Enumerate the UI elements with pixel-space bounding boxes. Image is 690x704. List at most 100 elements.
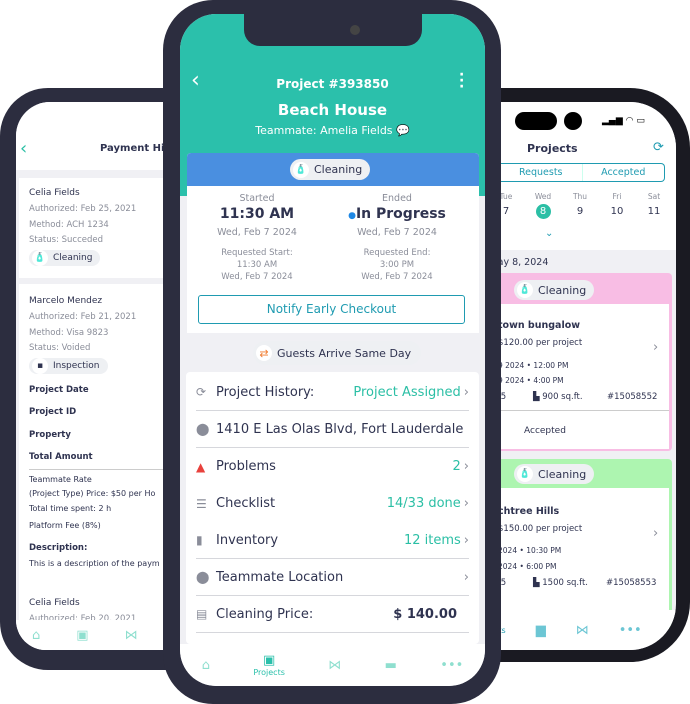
chevron-right-icon: › [653, 526, 659, 541]
time-card: 🧴 Cleaning Started 11:30 AM Wed, Feb 7 20… [187, 153, 479, 333]
requested-start-date: Wed, Feb 7 2024 [221, 272, 293, 282]
detail-row[interactable]: ⬤ Teammate Location › [196, 559, 469, 596]
day-fri[interactable]: Fri 10 [604, 192, 630, 219]
handshake-icon: ⋈ [328, 657, 342, 673]
row-value: 14/33 done [386, 496, 461, 511]
payer-name: Celia Fields [29, 598, 80, 608]
spray-bottle-icon: 🧴 [32, 250, 48, 266]
payment-status: Status: Voided [29, 343, 91, 353]
price: $120.00 per project [498, 338, 582, 348]
row-value: Project Assigned [353, 384, 461, 400]
guests-arrive-badge: ⇄ Guests Arrive Same Day [253, 341, 422, 365]
requested-start-label: Requested Start: [221, 248, 293, 258]
home-icon: ⌂ [201, 657, 210, 673]
clipboard-icon: ▪ [32, 358, 48, 374]
authorized-date: Authorized: Feb 25, 2021 [29, 204, 137, 214]
tab-accepted[interactable]: Accepted [583, 164, 665, 181]
nav-calendar[interactable]: ▣ Projects [253, 653, 285, 677]
description-label: Description: [29, 543, 88, 553]
divider [29, 469, 166, 470]
tag-label: Cleaning [53, 253, 93, 263]
row-label: Cleaning Price: [216, 606, 314, 622]
handshake-icon[interactable]: ⋈ [125, 628, 138, 643]
detail-label: Total Amount [29, 452, 93, 462]
tag-label: Cleaning [538, 283, 587, 297]
day-number: 11 [647, 206, 661, 217]
detail-row[interactable]: ⟳ Project History: Project Assigned › [196, 374, 469, 411]
project-card[interactable]: 🧴 Cleaning chtree Hills $150.00 per proje… [493, 459, 672, 629]
day-number: 10 [610, 206, 624, 217]
end-time: 2024 • 6:00 PM [498, 562, 557, 571]
chevron-right-icon: › [463, 532, 469, 548]
bottom-nav: cts ▆ ⋈ ••• [490, 610, 676, 650]
notify-early-checkout-button[interactable]: Notify Early Checkout [198, 295, 465, 324]
chat-icon[interactable]: ▆ [536, 623, 546, 638]
teammate: Teammate: Amelia Fields 💬 [180, 124, 485, 137]
spray-bottle-icon: 🧴 [517, 466, 533, 482]
calendar-expand-icon[interactable]: ⌄ [545, 228, 553, 239]
project-card[interactable]: 🧴 Cleaning town bungalow $120.00 per proj… [493, 273, 672, 451]
status-dot-icon: ● [348, 211, 356, 221]
payment-history-screen: ‹ Payment His Celia Fields Authorized: F… [16, 102, 166, 650]
rate-price: (Project Type) Price: $50 per Ho [29, 489, 156, 498]
day-number: 9 [576, 206, 584, 217]
chat-icon[interactable]: 💬 [396, 124, 410, 137]
handshake-icon[interactable]: ⋈ [576, 623, 589, 638]
nav-card[interactable]: ▬ [385, 658, 397, 673]
row-label: Checklist [216, 496, 276, 511]
detail-row[interactable]: ☰ Checklist 14/33 done › [196, 485, 469, 522]
more-icon[interactable]: ••• [619, 623, 642, 638]
weekday: Fri [612, 192, 622, 201]
card-status: Accepted [524, 426, 566, 436]
started-date: Wed, Feb 7 2024 [217, 227, 297, 238]
nav-handshake[interactable]: ⋈ [328, 658, 341, 673]
payment-card[interactable]: Marcelo Mendez Authorized: Feb 21, 2021 … [19, 284, 166, 642]
size-value: 900 sq.ft. [542, 392, 583, 402]
camera [564, 112, 582, 130]
tag-inspection: ▪ Inspection [29, 358, 108, 374]
calendar-icon[interactable]: ▣ [76, 628, 88, 643]
tab-requests[interactable]: Requests [500, 164, 583, 181]
tabs: Requests Accepted [494, 163, 665, 182]
day-sat[interactable]: Sat 11 [641, 192, 667, 219]
ruler-icon: ▙ [533, 392, 543, 402]
weekday: Thu [572, 192, 588, 201]
guests-arrive-text: Guests Arrive Same Day [277, 346, 412, 360]
status-icons: ▂▄▆ ◠ ▭ [602, 116, 645, 126]
back-icon[interactable]: ‹ [20, 138, 27, 159]
inventory-icon: ▮ [196, 533, 203, 547]
price-value: $120.00 [498, 338, 534, 348]
description-text: This is a description of the paym [29, 559, 160, 568]
start-time: 9 2024 • 12:00 PM [498, 361, 569, 370]
row-value: 2 [452, 459, 461, 474]
requested-end-time: 3:00 PM [379, 260, 415, 270]
history-icon: ⟳ [196, 385, 207, 399]
ruler-icon: ▙ [533, 578, 543, 588]
nav-home[interactable]: ⌂ [202, 658, 210, 673]
refresh-icon[interactable]: ⟳ [653, 140, 664, 155]
chevron-right-icon: › [463, 459, 469, 474]
detail-row[interactable]: ▲ Problems 2 › [196, 448, 469, 485]
chevron-right-icon: › [463, 384, 469, 400]
started-time: 11:30 AM [219, 206, 295, 222]
row-value: 12 items [403, 532, 461, 548]
detail-label: Project Date [29, 385, 89, 395]
row-label: Inventory [216, 532, 279, 548]
nav-more[interactable]: ••• [440, 658, 463, 673]
detail-row[interactable]: ▮ Inventory 12 items › [196, 522, 469, 559]
property-name: chtree Hills [498, 506, 560, 517]
day-thu[interactable]: Thu 9 [567, 192, 593, 219]
end-time: 9 2024 • 4:00 PM [498, 376, 564, 385]
payment-card[interactable]: Celia Fields Authorized: Feb 25, 2021 Me… [19, 178, 166, 278]
home-icon[interactable]: ⌂ [32, 628, 40, 643]
detail-row: ⬤ 1410 E Las Olas Blvd, Fort Lauderdale [196, 411, 469, 448]
rate-title: Teammate Rate [29, 475, 92, 484]
authorized-date: Authorized: Feb 21, 2021 [29, 312, 137, 322]
requested-end-label: Requested End: [363, 248, 431, 258]
row-label: 1410 E Las Olas Blvd, Fort Lauderdale [216, 421, 464, 437]
day-wed[interactable]: Wed 8 [530, 192, 556, 219]
project-id: Project #393850 [276, 77, 389, 91]
details-list: ⟳ Project History: Project Assigned › ⬤ 1… [186, 372, 479, 644]
started-label: Started [239, 193, 275, 204]
detail-label: Property [29, 430, 71, 440]
